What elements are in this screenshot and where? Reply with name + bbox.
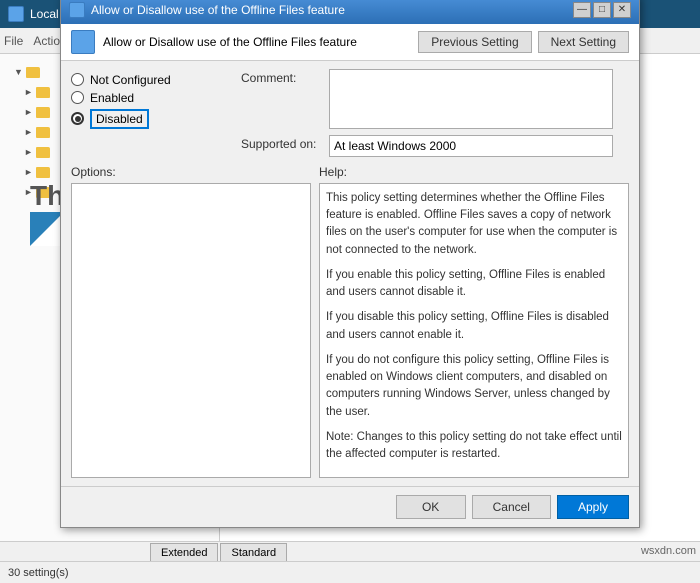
dialog-title-icon (69, 2, 85, 18)
policy-dialog: Allow or Disallow use of the Offline Fil… (60, 0, 640, 528)
comment-textarea[interactable] (329, 69, 613, 129)
dialog-nav-buttons: Previous Setting Next Setting (418, 31, 629, 53)
dialog-header-icon (71, 30, 95, 54)
help-text-1: This policy setting determines whether t… (326, 190, 622, 259)
dialog-title-buttons: — □ ✕ (573, 2, 631, 18)
help-label: Help: (319, 165, 629, 179)
radio-label-not-configured: Not Configured (90, 73, 171, 87)
supported-box: At least Windows 2000 (329, 135, 613, 157)
help-text-4: If you do not configure this policy sett… (326, 352, 622, 421)
comment-row: Comment: (241, 69, 629, 129)
radio-disabled[interactable]: Disabled (71, 109, 231, 129)
apply-button[interactable]: Apply (557, 495, 629, 519)
radio-dot-disabled (75, 116, 81, 122)
radio-label-enabled: Enabled (90, 91, 134, 105)
supported-row: Supported on: At least Windows 2000 (241, 135, 629, 157)
modal-overlay: Allow or Disallow use of the Offline Fil… (0, 0, 700, 583)
maximize-button[interactable]: □ (593, 2, 611, 18)
supported-value: At least Windows 2000 (334, 139, 456, 153)
radio-label-disabled: Disabled (96, 112, 143, 126)
radio-group: Not Configured Enabled Dis (71, 73, 231, 129)
dialog-title-bar: Allow or Disallow use of the Offline Fil… (61, 0, 639, 24)
options-label: Options: (71, 165, 311, 179)
dialog-header-title: Allow or Disallow use of the Offline Fil… (103, 35, 357, 49)
ok-button[interactable]: OK (396, 495, 466, 519)
dialog-footer: OK Cancel Apply (61, 486, 639, 527)
dialog-body: Not Configured Enabled Dis (61, 61, 639, 487)
options-panel: Options: (71, 165, 311, 479)
radio-input-enabled[interactable] (71, 91, 84, 104)
help-text-3: If you disable this policy setting, Offl… (326, 309, 622, 344)
next-setting-button[interactable]: Next Setting (538, 31, 629, 53)
radio-not-configured[interactable]: Not Configured (71, 73, 231, 87)
upper-content: Not Configured Enabled Dis (71, 69, 629, 157)
help-box[interactable]: This policy setting determines whether t… (319, 183, 629, 479)
comment-label: Comment: (241, 69, 321, 85)
dialog-header: Allow or Disallow use of the Offline Fil… (61, 24, 639, 61)
supported-label: Supported on: (241, 135, 321, 151)
prev-setting-button[interactable]: Previous Setting (418, 31, 531, 53)
help-panel: Help: This policy setting determines whe… (319, 165, 629, 479)
radio-input-disabled[interactable] (71, 112, 84, 125)
disabled-box: Disabled (90, 109, 149, 129)
dialog-title-text: Allow or Disallow use of the Offline Fil… (91, 3, 567, 17)
radio-group-container: Not Configured Enabled Dis (71, 69, 231, 157)
right-panel: Comment: Supported on: At least Windows … (241, 69, 629, 157)
close-button[interactable]: ✕ (613, 2, 631, 18)
options-box (71, 183, 311, 479)
radio-enabled[interactable]: Enabled (71, 91, 231, 105)
radio-input-not-configured[interactable] (71, 73, 84, 86)
cancel-button[interactable]: Cancel (472, 495, 551, 519)
lower-content: Options: Help: This policy setting deter… (71, 165, 629, 479)
help-text-2: If you enable this policy setting, Offli… (326, 267, 622, 302)
minimize-button[interactable]: — (573, 2, 591, 18)
help-text-5: Note: Changes to this policy setting do … (326, 429, 622, 464)
